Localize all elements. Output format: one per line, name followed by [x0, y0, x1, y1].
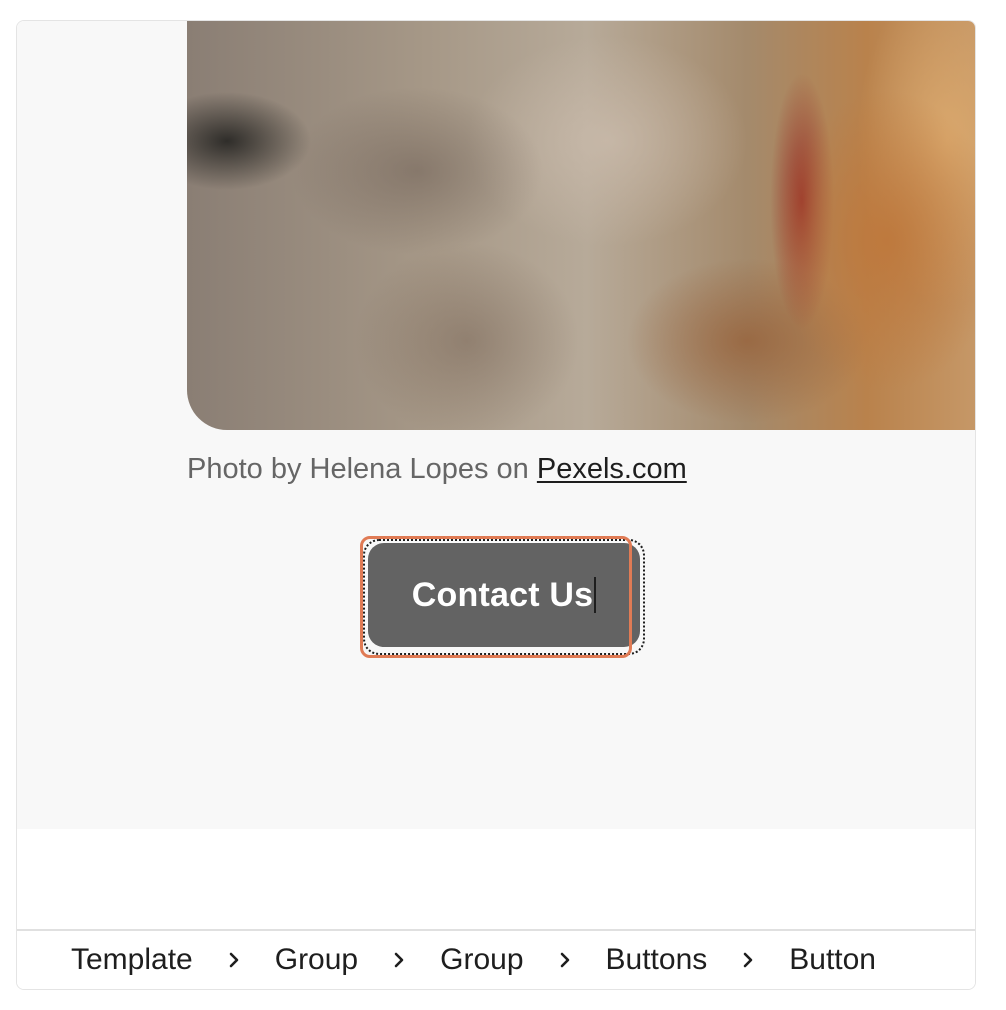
breadcrumb-item-template[interactable]: Template — [71, 943, 193, 977]
pexels-link[interactable]: Pexels.com — [537, 453, 687, 485]
breadcrumb: Template Group Group Buttons Button — [17, 929, 975, 989]
chevron-right-icon — [193, 945, 275, 975]
editor-frame: Photo by Helena Lopes on Pexels.com Cont… — [16, 20, 976, 990]
editor-canvas: Photo by Helena Lopes on Pexels.com Cont… — [17, 21, 975, 829]
chevron-right-icon — [524, 945, 606, 975]
breadcrumb-item-buttons[interactable]: Buttons — [606, 943, 708, 977]
breadcrumb-item-group[interactable]: Group — [275, 943, 358, 977]
photo-caption-text: Photo by Helena Lopes on — [187, 453, 537, 485]
breadcrumb-item-button[interactable]: Button — [789, 943, 876, 977]
chevron-right-icon — [358, 945, 440, 975]
photo-caption[interactable]: Photo by Helena Lopes on Pexels.com — [187, 453, 687, 486]
dog-photo[interactable] — [187, 21, 975, 430]
block-selection-outline — [360, 536, 632, 658]
chevron-right-icon — [707, 945, 789, 975]
breadcrumb-item-group[interactable]: Group — [440, 943, 523, 977]
